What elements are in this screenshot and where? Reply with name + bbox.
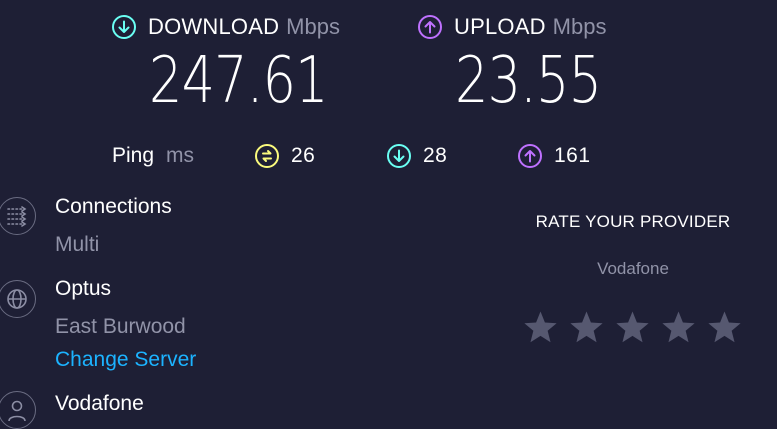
star-icon[interactable] xyxy=(706,310,743,345)
star-icon[interactable] xyxy=(568,310,605,345)
server-location: East Burwood xyxy=(55,315,186,338)
connections-title: Connections xyxy=(55,195,172,218)
download-header: DOWNLOAD Mbps xyxy=(112,13,340,41)
user-icon xyxy=(0,391,36,429)
ping-idle-value: 26 xyxy=(291,144,316,167)
connections-icon[interactable] xyxy=(0,197,36,235)
ping-upload: 161 xyxy=(518,142,591,170)
globe-icon xyxy=(0,280,36,318)
arrow-up-circle-icon xyxy=(418,15,442,39)
change-server-link[interactable]: Change Server xyxy=(55,348,196,372)
isp-name: Vodafone xyxy=(55,392,144,415)
star-icon[interactable] xyxy=(660,310,697,345)
star-icon[interactable] xyxy=(522,310,559,345)
upload-title: UPLOAD xyxy=(454,14,546,39)
ping-download-value: 28 xyxy=(423,144,448,167)
ping-idle-icon xyxy=(255,144,279,168)
rating-stars xyxy=(522,310,743,345)
ping-download-icon xyxy=(387,144,411,168)
upload-value: 23.55 xyxy=(455,44,602,118)
download-title: DOWNLOAD xyxy=(148,14,280,39)
ping-unit: ms xyxy=(166,144,195,167)
ping-idle: 26 xyxy=(255,142,315,170)
rate-provider-title: RATE YOUR PROVIDER xyxy=(535,212,731,231)
arrow-down-circle-icon xyxy=(112,15,136,39)
connections-value: Multi xyxy=(55,233,100,256)
download-value: 247.61 xyxy=(149,44,329,118)
ping-download: 28 xyxy=(387,142,447,170)
ping-label-group: Ping ms xyxy=(112,142,194,170)
rate-provider-name: Vodafone xyxy=(597,259,669,278)
upload-unit: Mbps xyxy=(552,14,607,39)
ping-upload-icon xyxy=(518,144,542,168)
ping-upload-value: 161 xyxy=(554,144,591,167)
ping-label: Ping xyxy=(112,144,155,167)
star-icon[interactable] xyxy=(614,310,651,345)
server-name: Optus xyxy=(55,277,112,300)
upload-header: UPLOAD Mbps xyxy=(418,13,606,41)
download-unit: Mbps xyxy=(286,14,340,39)
